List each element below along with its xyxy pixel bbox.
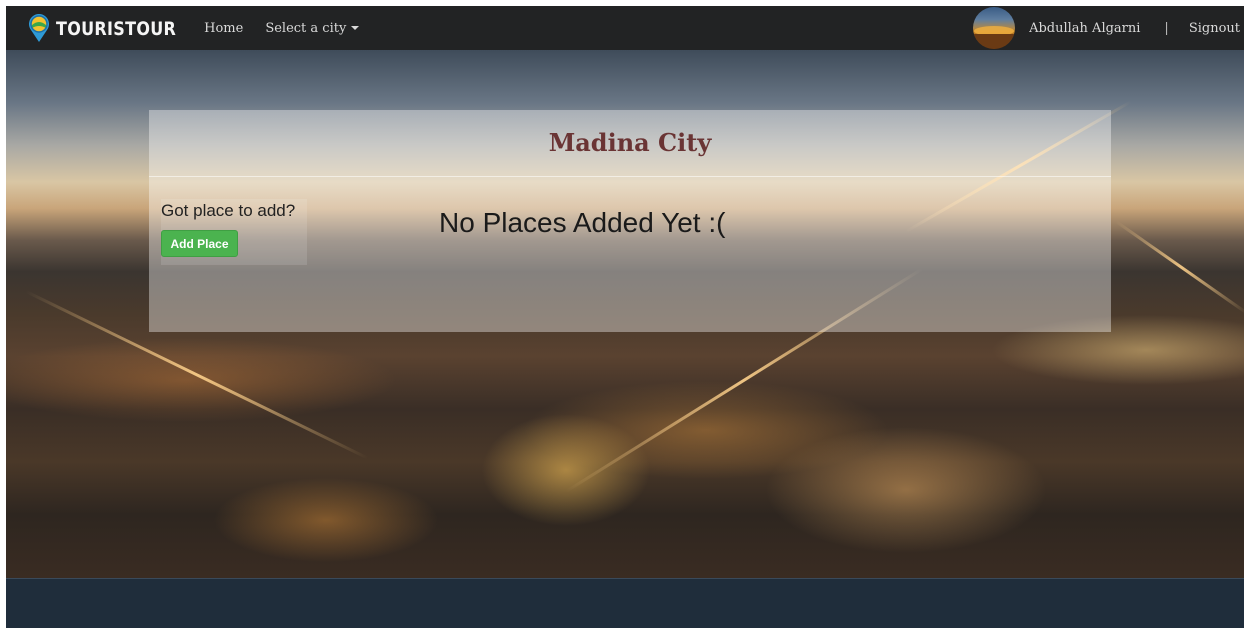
page-footer — [6, 578, 1244, 628]
page: TOURISTOUR Home Select a city Abdullah A… — [6, 6, 1244, 628]
add-place-box: Got place to add? Add Place — [161, 199, 307, 265]
avatar-image-icon — [973, 26, 1016, 49]
brand-name: TOURISTOUR — [56, 17, 177, 39]
road-light-streak — [1115, 220, 1244, 315]
page-title: Madina City — [548, 128, 712, 157]
avatar[interactable] — [973, 7, 1016, 49]
user-name[interactable]: Abdullah Algarni — [1029, 21, 1140, 36]
city-select-dropdown[interactable]: Select a city — [265, 20, 360, 36]
chevron-down-icon — [351, 26, 360, 30]
user-menu: Abdullah Algarni | Signout — [973, 6, 1240, 50]
city-select-label: Select a city — [265, 20, 347, 36]
brand-logo[interactable]: TOURISTOUR — [26, 6, 176, 50]
city-panel: Madina City Got place to add? Add Place … — [149, 110, 1111, 332]
nav-home-link[interactable]: Home — [204, 21, 243, 36]
top-navbar: TOURISTOUR Home Select a city Abdullah A… — [6, 6, 1244, 50]
empty-state-message: No Places Added Yet :( — [439, 207, 726, 238]
divider — [149, 176, 1111, 177]
add-place-button[interactable]: Add Place — [161, 230, 238, 257]
add-place-prompt: Got place to add? — [161, 201, 296, 220]
map-pin-globe-icon — [29, 14, 49, 43]
nav-separator: | — [1164, 20, 1169, 36]
signout-link[interactable]: Signout — [1189, 21, 1240, 36]
hero-background: Madina City Got place to add? Add Place … — [6, 50, 1244, 578]
